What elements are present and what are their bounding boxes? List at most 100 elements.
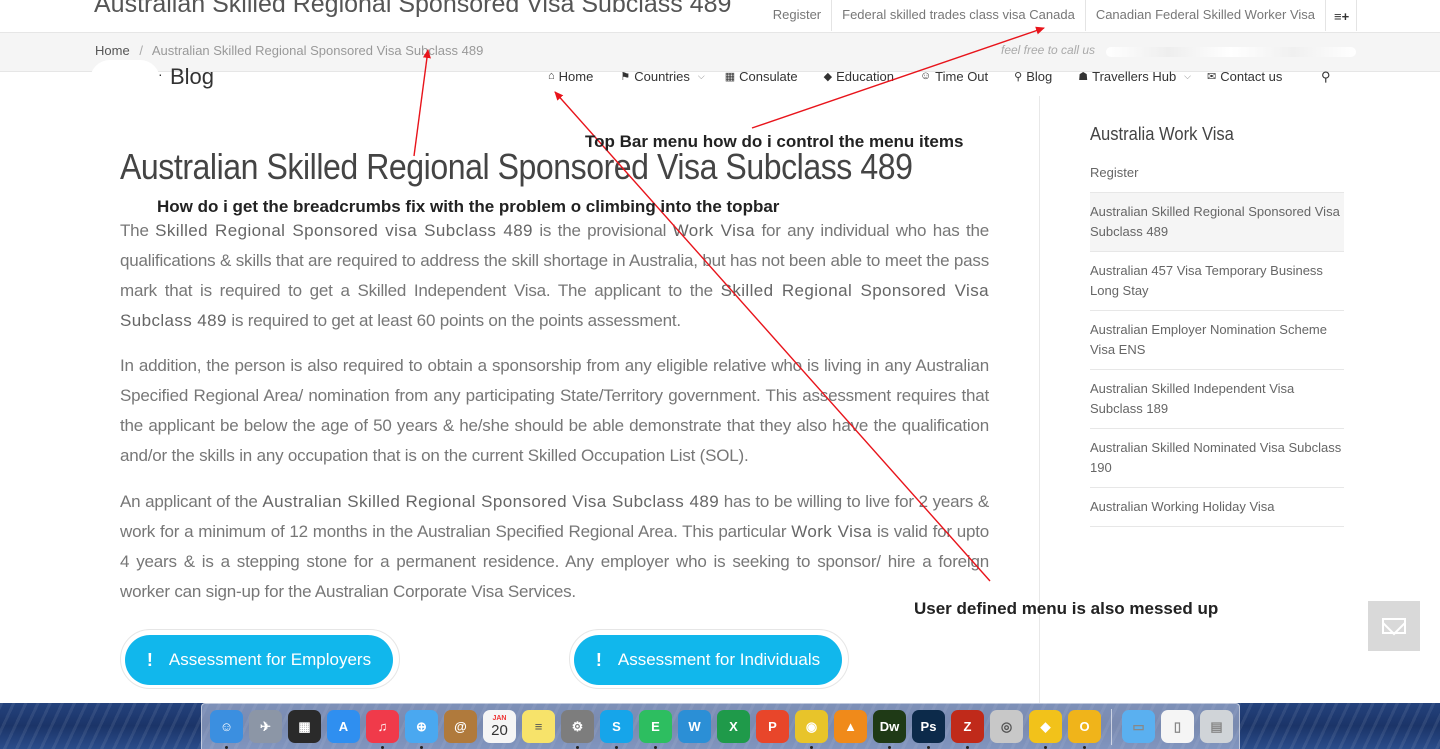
trash-icon[interactable]: ▤ [1200, 710, 1233, 743]
nav-item-time-out[interactable]: ☺ Time Out [920, 68, 988, 84]
powerpoint-icon[interactable]: P [756, 710, 789, 743]
content-paragraph-2: In addition, the person is also required… [120, 356, 989, 465]
button-label: Assessment for Individuals [617, 650, 821, 669]
topbar-toggle-button[interactable]: ≡+ [1325, 0, 1357, 31]
nav-item-countries[interactable]: ⚑ Countries ⌵ [620, 68, 704, 84]
topbar-link-federal-skilled-trades[interactable]: Federal skilled trades class visa Canada [831, 0, 1085, 31]
paragraph-text: The [120, 221, 156, 240]
downloads-folder-icon[interactable]: ▭ [1122, 710, 1155, 743]
calendar-month: JAN [492, 714, 507, 722]
launchpad-icon[interactable]: ✈ [249, 710, 282, 743]
exclamation-icon: ! [146, 649, 153, 670]
annotation-user-menu: User defined menu is also messed up [914, 599, 1219, 618]
chevron-down-icon: ⌵ [1184, 70, 1191, 81]
vlc-icon[interactable]: ▲ [834, 710, 867, 743]
sidebar-item-457[interactable]: Australian 457 Visa Temporary Business L… [1090, 252, 1344, 311]
sequel-pro-icon[interactable]: ◎ [990, 710, 1023, 743]
nav-item-contact-us[interactable]: ✉ Contact us [1207, 68, 1282, 84]
sidebar-title: Australia Work Visa [1090, 124, 1234, 144]
top-bar: Register Federal skilled trades class vi… [0, 0, 1440, 32]
redacted-phone-number [1106, 47, 1356, 57]
nav-item-label: Travellers Hub [1092, 68, 1177, 84]
photoshop-icon[interactable]: Ps [912, 710, 945, 749]
cyberduck-icon[interactable]: ◆ [1029, 710, 1062, 749]
call-us-text: feel free to call us [1001, 43, 1096, 57]
nav-item-home[interactable]: ⌂ Home [548, 68, 593, 84]
calendar-icon[interactable]: JAN 20 [483, 710, 516, 743]
assessment-individuals-button[interactable]: ! Assessment for Individuals [574, 635, 842, 685]
flag-icon: ⚑ [620, 70, 631, 83]
app-store-icon[interactable]: A [327, 710, 360, 743]
breadcrumb-current: Australian Skilled Regional Sponsored Vi… [151, 43, 484, 58]
annotation-topbar-menu: Top Bar menu how do i control the menu i… [585, 132, 964, 151]
employers-button-wrap: ! Assessment for Employers [120, 629, 400, 689]
envelope-icon [1382, 618, 1406, 634]
opera-icon[interactable]: O [1068, 710, 1101, 749]
word-icon[interactable]: W [678, 710, 711, 743]
graduation-cap-icon: ◆ [823, 70, 833, 83]
filezilla-icon[interactable]: Z [951, 710, 984, 749]
nav-item-label: Countries [634, 68, 690, 84]
contact-float-button[interactable] [1368, 601, 1420, 651]
keyword-link[interactable]: Australian Skilled Regional Sponsored Vi… [262, 492, 719, 511]
dock: ☺ ✈ ▦ A ♫ ⊕ @ JAN 20 ≡ ⚙ S E W X P ◉ ▲ Dw Ps Z ◎ ◆ O ▭ ▯ ▤ [201, 703, 1240, 749]
browser-page: Australian Skilled Regional Sponsored Vi… [0, 0, 1440, 703]
nav-item-blog[interactable]: ⚲ Blog [1014, 68, 1052, 84]
document-icon[interactable]: ▯ [1161, 710, 1194, 743]
top-bar-menu: Register Federal skilled trades class vi… [763, 0, 1325, 31]
envelope-icon: ✉ [1207, 70, 1217, 83]
itunes-icon[interactable]: ♫ [366, 710, 399, 749]
sidebar-list: Register Australian Skilled Regional Spo… [1090, 163, 1344, 527]
nav-item-education[interactable]: ◆ Education [824, 68, 894, 84]
nav-item-consulate[interactable]: ▦ Consulate [725, 68, 798, 84]
chevron-down-icon: ⌵ [697, 70, 705, 81]
individuals-button-wrap: ! Assessment for Individuals [569, 629, 849, 689]
system-preferences-icon[interactable]: ⚙ [561, 710, 594, 749]
dashboard-icon[interactable]: ▦ [288, 710, 321, 743]
keyword-link[interactable]: Work Visa [791, 522, 872, 541]
evernote-icon[interactable]: E [639, 710, 672, 749]
home-icon: ⌂ [548, 70, 555, 82]
exclamation-icon: ! [595, 649, 602, 670]
sidebar-item-ens[interactable]: Australian Employer Nomination Scheme Vi… [1090, 311, 1344, 370]
contacts-icon[interactable]: @ [444, 710, 477, 743]
nav-item-label: Home [558, 68, 594, 84]
breadcrumb-bar: Home / Australian Skilled Regional Spons… [0, 32, 1440, 72]
dreamweaver-icon[interactable]: Dw [873, 710, 906, 749]
annotation-breadcrumbs: How do i get the breadcrumbs fix with th… [157, 197, 780, 216]
button-label: Assessment for Employers [168, 650, 372, 669]
sidebar-item-register[interactable]: Register [1090, 163, 1344, 193]
sidebar-item-subclass-190[interactable]: Australian Skilled Nominated Visa Subcla… [1090, 429, 1344, 488]
topbar-link-canadian-federal-skilled-worker[interactable]: Canadian Federal Skilled Worker Visa [1084, 0, 1325, 31]
nav-item-label: Contact us [1220, 68, 1283, 84]
smile-icon: ☺ [919, 70, 932, 82]
page-title: Australian Skilled Regional Sponsored Vi… [120, 146, 913, 187]
assessment-employers-button[interactable]: ! Assessment for Employers [125, 635, 393, 685]
notes-icon[interactable]: ≡ [522, 710, 555, 743]
calendar-day: 20 [491, 721, 508, 739]
search-icon[interactable]: ⚲ [1321, 69, 1331, 85]
skype-icon[interactable]: S [600, 710, 633, 749]
nav-item-label: Education [836, 68, 894, 84]
safari-icon[interactable]: ⊕ [405, 710, 438, 749]
dock-separator [1111, 708, 1112, 745]
keyword-link[interactable]: Skilled Regional Sponsored visa Subclass… [155, 221, 533, 240]
content-paragraph-3: An applicant of the Australian Skilled R… [120, 487, 989, 607]
nav-item-travellers-hub[interactable]: ☗ Travellers Hub ⌵ [1078, 68, 1191, 84]
breadcrumb-home-link[interactable]: Home [95, 43, 130, 58]
chrome-icon[interactable]: ◉ [795, 710, 828, 749]
sidebar: Australia Work Visa Register Australian … [1090, 124, 1344, 527]
main-nav: ⌂ Home ⚑ Countries ⌵ ▦ Consulate ◆ Educa… [548, 68, 1306, 84]
keyword-link[interactable]: Work Visa [673, 221, 755, 240]
users-icon: ☗ [1078, 70, 1089, 83]
excel-icon[interactable]: X [717, 710, 750, 743]
finder-icon[interactable]: ☺ [210, 710, 243, 749]
sidebar-item-subclass-189[interactable]: Australian Skilled Independent Visa Subc… [1090, 370, 1344, 429]
topbar-link-register[interactable]: Register [763, 0, 831, 31]
sidebar-item-subclass-489[interactable]: Australian Skilled Regional Sponsored Vi… [1090, 193, 1344, 252]
nav-item-label: Blog [1026, 68, 1053, 84]
logo-separator: · [158, 66, 163, 82]
logo-text: Blog [170, 64, 215, 89]
sidebar-item-working-holiday[interactable]: Australian Working Holiday Visa [1090, 488, 1344, 527]
menu-plus-icon: ≡+ [1334, 9, 1350, 24]
